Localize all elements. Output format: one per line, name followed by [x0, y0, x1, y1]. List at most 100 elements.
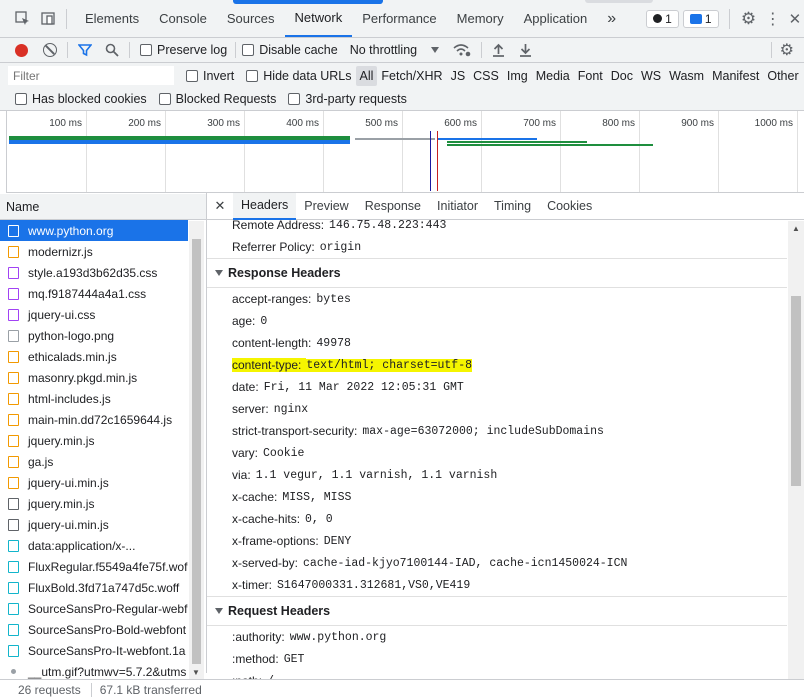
type-filter-other[interactable]: Other [763, 66, 802, 86]
request-row[interactable]: mq.f9187444a4a1.css [0, 283, 188, 304]
request-name: ethicalads.min.js [28, 349, 117, 364]
type-filter-font[interactable]: Font [574, 66, 607, 86]
import-har-icon[interactable] [492, 43, 505, 57]
panel-tabs: Elements Console Sources Network Performance… [75, 0, 597, 37]
detail-scrollbar[interactable]: ▲ [788, 221, 804, 681]
tab-application[interactable]: Application [514, 0, 598, 37]
request-row[interactable]: FluxBold.3fd71a747d5c.woff [0, 577, 188, 598]
blocked-requests-checkbox[interactable]: Blocked Requests [158, 92, 276, 106]
close-detail-icon[interactable]: ✕ [207, 198, 233, 214]
request-row[interactable]: jquery.min.js [0, 493, 188, 514]
type-filter-ws[interactable]: WS [637, 66, 665, 86]
device-toolbar-icon[interactable] [38, 11, 58, 26]
css-file-icon [8, 308, 19, 321]
request-row[interactable]: data:application/x-... [0, 535, 188, 556]
request-row[interactable]: SourceSansPro-Regular-webf [0, 598, 188, 619]
request-row[interactable]: jquery-ui.css [0, 304, 188, 325]
request-row[interactable]: jquery-ui.min.js [0, 472, 188, 493]
blank-file-icon [8, 497, 19, 510]
request-row[interactable]: ethicalads.min.js [0, 346, 188, 367]
tab-performance[interactable]: Performance [352, 0, 446, 37]
preserve-log-checkbox[interactable]: Preserve log [140, 43, 227, 57]
settings-gear-icon[interactable]: ⚙ [739, 9, 757, 29]
errors-badge[interactable]: 1 [646, 9, 679, 28]
disable-cache-checkbox[interactable]: Disable cache [242, 43, 338, 57]
more-tabs-button[interactable]: » [597, 0, 626, 37]
response-headers-section[interactable]: Response Headers [207, 258, 787, 288]
request-row[interactable]: SourceSansPro-Bold-webfont [0, 619, 188, 640]
type-filter-all[interactable]: All [355, 65, 378, 86]
detail-tab-timing[interactable]: Timing [486, 193, 539, 220]
request-row[interactable]: html-includes.js [0, 388, 188, 409]
request-row[interactable]: __utm.gif?utmwv=5.7.2&utms [0, 661, 188, 679]
request-name: masonry.pkgd.min.js [28, 370, 138, 385]
more-options-icon[interactable]: ⋮ [764, 9, 782, 29]
preserve-log-label: Preserve log [157, 43, 228, 57]
has-blocked-cookies-checkbox[interactable]: Has blocked cookies [15, 92, 147, 106]
type-filter-js[interactable]: JS [447, 66, 470, 86]
clear-icon[interactable] [43, 43, 57, 57]
tab-sources[interactable]: Sources [217, 0, 285, 37]
detail-tab-response[interactable]: Response [357, 193, 429, 220]
export-har-icon[interactable] [519, 43, 532, 57]
tab-elements[interactable]: Elements [75, 0, 149, 37]
timeline-tick-label: 400 ms [286, 118, 319, 129]
filter-input[interactable] [8, 66, 174, 85]
detail-tab-initiator[interactable]: Initiator [429, 193, 486, 220]
dropdown-arrow-icon [431, 47, 440, 53]
tab-memory[interactable]: Memory [447, 0, 514, 37]
search-icon[interactable] [105, 43, 119, 57]
request-row[interactable]: main-min.dd72c1659644.js [0, 409, 188, 430]
request-row[interactable]: ga.js [0, 451, 188, 472]
type-filter-doc[interactable]: Doc [607, 66, 637, 86]
request-name: FluxRegular.f5549a4fe75f.wof [28, 559, 188, 574]
request-headers-section[interactable]: Request Headers [207, 596, 787, 626]
type-filter-fetchxhr[interactable]: Fetch/XHR [377, 66, 446, 86]
tab-network[interactable]: Network [284, 0, 353, 37]
type-filter-media[interactable]: Media [532, 66, 574, 86]
expand-triangle-icon [215, 608, 223, 614]
invert-checkbox[interactable]: Invert [186, 69, 234, 83]
network-overview-timeline[interactable]: 100 ms 200 ms 300 ms 400 ms 500 ms 600 ms 700 … [6, 111, 804, 193]
font-file-icon [8, 602, 19, 615]
request-row[interactable]: SourceSansPro-It-webfont.1a [0, 640, 188, 661]
detail-tab-headers[interactable]: Headers [233, 192, 297, 220]
request-name: jquery.min.js [28, 496, 95, 511]
detail-tab-cookies[interactable]: Cookies [539, 193, 600, 220]
request-row[interactable]: jquery-ui.min.js [0, 514, 188, 535]
throttling-select[interactable]: No throttling [350, 43, 440, 57]
request-row[interactable]: masonry.pkgd.min.js [0, 367, 188, 388]
request-row[interactable]: www.python.org [0, 220, 188, 241]
request-list-scrollbar[interactable]: ▼ [189, 221, 204, 681]
third-party-requests-checkbox[interactable]: 3rd-party requests [288, 92, 407, 106]
header-row: :path:/ [207, 670, 787, 679]
network-settings-gear-icon[interactable]: ⚙ [780, 40, 794, 60]
request-row[interactable]: modernizr.js [0, 241, 188, 262]
third-party-requests-label: 3rd-party requests [305, 92, 407, 106]
tab-console[interactable]: Console [149, 0, 217, 37]
request-row[interactable]: style.a193d3b62d35.css [0, 262, 188, 283]
js-file-icon [8, 371, 19, 384]
request-row[interactable]: jquery.min.js [0, 430, 188, 451]
network-conditions-icon[interactable] [453, 43, 471, 57]
expand-triangle-icon [215, 270, 223, 276]
header-row: server: nginx [207, 398, 787, 420]
request-row[interactable]: FluxRegular.f5549a4fe75f.wof [0, 556, 188, 577]
hide-data-urls-checkbox[interactable]: Hide data URLs [246, 69, 352, 83]
request-row[interactable]: python-logo.png [0, 325, 188, 346]
timeline-gridline [718, 111, 719, 192]
type-filter-img[interactable]: Img [503, 66, 532, 86]
name-column-header[interactable]: Name [0, 193, 206, 220]
type-filter-css[interactable]: CSS [469, 66, 503, 86]
header-value: Cookie [263, 446, 305, 460]
filter-funnel-icon[interactable] [78, 43, 92, 57]
request-count: 26 requests [18, 682, 81, 697]
detail-tab-preview[interactable]: Preview [296, 193, 356, 220]
request-name: __utm.gif?utmwv=5.7.2&utms [28, 664, 187, 679]
inspect-element-icon[interactable] [12, 11, 32, 26]
type-filter-manifest[interactable]: Manifest [708, 66, 763, 86]
close-devtools-icon[interactable]: ✕ [786, 10, 804, 28]
messages-badge[interactable]: 1 [682, 9, 719, 28]
type-filter-wasm[interactable]: Wasm [665, 66, 708, 86]
record-button[interactable] [15, 43, 28, 57]
